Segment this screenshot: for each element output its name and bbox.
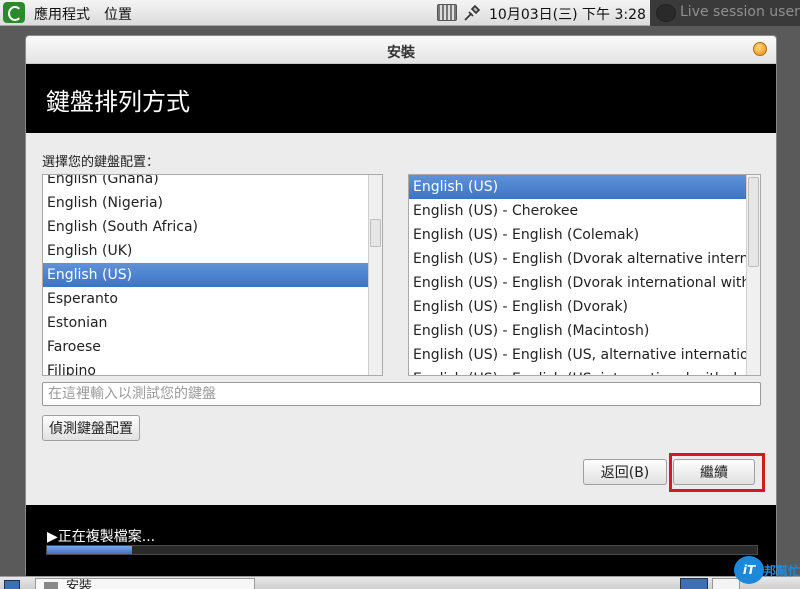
list-item[interactable]: English (US) - English (US, internationa… [409,367,760,375]
menu-applications[interactable]: 應用程式 [34,4,90,24]
list-item[interactable]: Esperanto [43,287,368,311]
list-item[interactable]: English (US) - English (Macintosh) [409,319,746,343]
watermark-circle: iT [734,556,764,584]
list-item[interactable]: English (US) - English (US, alternative … [409,343,760,367]
layout-list[interactable]: English (Ghana) English (Nigeria) Englis… [42,174,383,376]
network-plug-icon[interactable] [462,3,482,23]
window-titlebar[interactable]: 安裝 [26,36,776,64]
menu-places[interactable]: 位置 [104,4,132,24]
keyboard-indicator-icon[interactable] [437,4,457,21]
list-item[interactable]: English (US) - English (Colemak) [409,223,746,247]
list-item[interactable]: English (US) - Cherokee [409,199,746,223]
continue-button[interactable]: 繼續 [673,459,755,485]
session-user[interactable]: Live session user [650,0,800,26]
detect-layout-button[interactable]: 偵測鍵盤配置 [42,415,140,441]
variant-list-scroll-thumb[interactable] [748,177,759,267]
list-item[interactable]: Estonian [43,311,368,335]
layout-prompt-label: 選擇您的鍵盤配置： [42,155,160,170]
layout-list-scrollbar[interactable] [368,175,382,375]
window-title: 安裝 [387,45,415,61]
page-heading: 鍵盤排列方式 [26,64,776,133]
list-item-selected[interactable]: English (US) [43,263,368,287]
panel-clock[interactable]: 10月03日(三) 下午 3:28 [489,4,646,24]
variant-list[interactable]: English (US) English (US) - Cherokee Eng… [408,174,761,376]
list-item[interactable]: English (US) - English (Dvorak) [409,295,746,319]
progress-fill [47,546,133,554]
list-item[interactable]: English (Ghana) [43,175,368,191]
list-item[interactable]: English (US) - English (Dvorak alternati… [409,247,760,271]
ithome-watermark-logo: iT 邦幫忙 [734,556,800,586]
list-item[interactable]: English (UK) [43,239,368,263]
list-item[interactable]: Faroese [43,335,368,359]
expander-arrow-icon[interactable]: ▶ [47,529,58,545]
show-desktop-icon[interactable] [4,580,20,589]
list-item[interactable]: English (US) - English (Dvorak internati… [409,271,760,295]
bottom-taskbar: 安裝 [0,576,800,589]
watermark-text: 邦幫忙 [764,564,800,578]
variant-list-scrollbar[interactable] [746,175,760,375]
list-item[interactable]: English (Nigeria) [43,191,368,215]
list-item[interactable]: Filipino [43,359,368,375]
distro-logo-icon[interactable] [3,2,25,23]
status-band: ▶正在複製檔案... [26,505,776,576]
keyboard-test-input[interactable] [42,382,761,406]
back-button[interactable]: 返回(B) [583,459,667,485]
list-item-selected[interactable]: English (US) [409,175,746,199]
taskbar-window-button[interactable]: 安裝 [35,578,255,589]
copy-progress-bar [46,545,758,555]
close-icon[interactable] [753,42,767,56]
installer-window: 安裝 鍵盤排列方式 選擇您的鍵盤配置： English (Ghana) Engl… [25,35,777,576]
list-item[interactable]: English (South Africa) [43,215,368,239]
workspace-1[interactable] [680,578,708,589]
layout-list-scroll-thumb[interactable] [370,219,381,247]
status-text[interactable]: ▶正在複製檔案... [47,526,155,546]
top-panel: 應用程式 位置 10月03日(三) 下午 3:28 Live session u… [0,0,800,26]
